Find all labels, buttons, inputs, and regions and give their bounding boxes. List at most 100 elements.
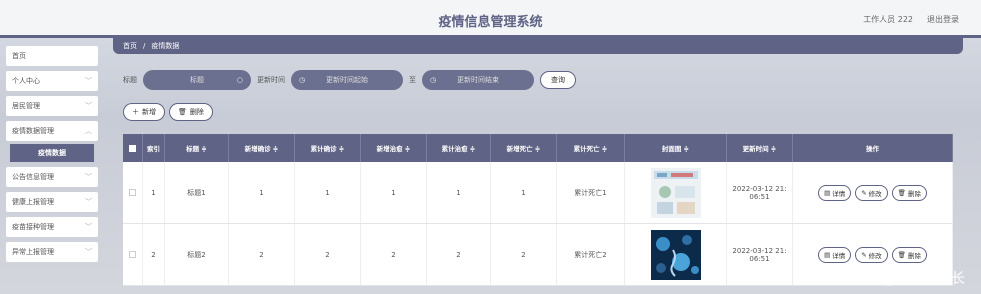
detail-button[interactable]: ▤ 详情: [818, 184, 852, 201]
action-bar: ＋ 新增 🗑 删除: [123, 103, 213, 121]
column-header-total-confirmed[interactable]: 累计确诊 ≑: [295, 134, 361, 162]
update-time-clock: 06:51: [749, 254, 770, 263]
sidebar-item-health-report[interactable]: 健康上报管理 ﹀: [6, 192, 98, 212]
cell-total-cured: 1: [427, 162, 491, 223]
cell-title: 标题2: [165, 224, 229, 285]
cell-index: 2: [143, 224, 165, 285]
data-table: 索引 标题 ≑ 新增确诊 ≑ 累计确诊 ≑ 新增治愈 ≑ 累计治愈 ≑ 新增死亡…: [123, 134, 953, 286]
breadcrumb-home[interactable]: 首页: [123, 41, 137, 51]
add-button-label: 新增: [142, 108, 156, 116]
plus-icon: ＋: [132, 108, 139, 116]
update-time-date: 2022-03-12 21:: [732, 184, 787, 193]
cell-update-time: 2022-03-12 21: 06:51: [727, 224, 793, 285]
sidebar-item-label: 疫苗接种管理: [12, 223, 54, 231]
cell-operations: ▤ 详情 ✎ 修改 🗑 删除: [793, 162, 953, 223]
column-header-total-cured[interactable]: 累计治愈 ≑: [427, 134, 491, 162]
delete-button-label: 删除: [189, 108, 204, 116]
cell-cover: [625, 162, 727, 223]
detail-button-label: 详情: [832, 251, 846, 260]
edit-button-label: 修改: [868, 189, 882, 198]
column-header-total-deaths[interactable]: 累计死亡 ≑: [557, 134, 625, 162]
edit-button[interactable]: ✎ 修改: [855, 246, 888, 263]
sidebar-item-abnormal-report[interactable]: 异常上报管理 ﹀: [6, 242, 98, 262]
cell-total-deaths: 累计死亡2: [557, 224, 625, 285]
cell-new-confirmed: 2: [229, 224, 295, 285]
detail-button-label: 详情: [832, 189, 846, 198]
cell-total-confirmed: 2: [295, 224, 361, 285]
sidebar-subitem-epidemic-data[interactable]: 疫情数据: [10, 144, 94, 162]
start-time-input[interactable]: ◷ 更新时间起始: [291, 70, 403, 90]
delete-button-label: 删除: [907, 251, 921, 260]
top-bar: 疫情信息管理系统 工作人员 222 退出登录: [0, 0, 981, 38]
logout-link[interactable]: 退出登录: [927, 14, 959, 25]
column-header-index: 索引: [143, 134, 165, 162]
edit-button-label: 修改: [868, 251, 882, 260]
trash-icon: 🗑: [897, 188, 906, 197]
trash-icon: 🗑: [897, 250, 906, 259]
cover-image-virus[interactable]: [650, 229, 701, 280]
clock-icon: ◷: [299, 76, 306, 84]
column-header-title[interactable]: 标题 ≑: [165, 134, 229, 162]
sidebar-item-vaccination[interactable]: 疫苗接种管理 ﹀: [6, 217, 98, 237]
breadcrumb-current: 疫情数据: [151, 42, 180, 50]
title-search-input[interactable]: 标题 ○: [143, 70, 251, 90]
cell-new-deaths: 2: [491, 224, 557, 285]
cell-new-confirmed: 1: [229, 162, 295, 223]
add-button[interactable]: ＋ 新增: [123, 103, 165, 121]
cell-title: 标题1: [165, 162, 229, 223]
column-header-new-deaths[interactable]: 新增死亡 ≑: [491, 134, 557, 162]
update-time-date: 2022-03-12 21:: [732, 246, 787, 255]
sidebar-item-residents[interactable]: 居民管理 ﹀: [6, 96, 98, 116]
sidebar-item-label: 个人中心: [12, 77, 40, 85]
chevron-down-icon: ﹀: [85, 173, 92, 181]
select-all-cell: [123, 134, 143, 162]
breadcrumb: 首页 / 疫情数据: [113, 38, 963, 54]
row-checkbox[interactable]: [129, 251, 136, 258]
table-header: 索引 标题 ≑ 新增确诊 ≑ 累计确诊 ≑ 新增治愈 ≑ 累计治愈 ≑ 新增死亡…: [123, 134, 953, 162]
cell-index: 1: [143, 162, 165, 223]
column-header-operations: 操作: [793, 134, 953, 162]
cell-new-deaths: 1: [491, 162, 557, 223]
chevron-down-icon: ﹀: [85, 248, 92, 256]
delete-button[interactable]: 🗑 删除: [891, 246, 927, 263]
trash-icon: 🗑: [178, 108, 187, 116]
chevron-down-icon: ﹀: [85, 223, 92, 231]
edit-button[interactable]: ✎ 修改: [855, 184, 888, 201]
row-checkbox[interactable]: [129, 189, 136, 196]
cell-total-deaths: 累计死亡1: [557, 162, 625, 223]
cell-new-cured: 2: [361, 224, 427, 285]
column-header-new-cured[interactable]: 新增治愈 ≑: [361, 134, 427, 162]
update-time-clock: 06:51: [749, 192, 770, 201]
update-time-label: 更新时间: [257, 76, 285, 84]
row-select-cell: [123, 224, 143, 285]
current-user: 工作人员 222: [863, 15, 913, 24]
query-button[interactable]: 查询: [540, 71, 576, 89]
delete-button[interactable]: 🗑 删除: [891, 184, 927, 201]
bulk-delete-button[interactable]: 🗑 删除: [169, 103, 213, 121]
document-icon: ▤: [824, 250, 831, 259]
cover-image-poster[interactable]: [650, 167, 701, 218]
edit-icon: ✎: [861, 250, 867, 259]
app-title: 疫情信息管理系统: [438, 15, 543, 30]
table-row: 2 标题2 2 2 2 2 2 累计死亡2 2022-03-12 21: 06:…: [123, 224, 953, 286]
title-filter-label: 标题: [123, 76, 137, 84]
end-time-input[interactable]: ◷ 更新时间结束: [422, 70, 534, 90]
watermark: CSDN @小阿杰学长: [836, 271, 965, 287]
sidebar-item-profile[interactable]: 个人中心 ﹀: [6, 71, 98, 91]
sidebar-item-epidemic-data[interactable]: 疫情数据管理 ︿: [6, 121, 98, 141]
select-all-checkbox[interactable]: [129, 144, 136, 152]
column-header-cover[interactable]: 封面图 ≑: [625, 134, 727, 162]
sidebar-item-label: 居民管理: [12, 102, 40, 110]
sidebar-item-home[interactable]: 首页: [6, 46, 98, 66]
start-time-placeholder: 更新时间起始: [326, 76, 368, 84]
clock-icon: ◷: [430, 76, 437, 84]
sidebar-item-announcements[interactable]: 公告信息管理 ﹀: [6, 167, 98, 187]
sidebar-item-label: 健康上报管理: [12, 198, 54, 206]
search-bar: 标题 标题 ○ 更新时间 ◷ 更新时间起始 至 ◷ 更新时间结束 查询: [123, 70, 576, 90]
column-header-new-confirmed[interactable]: 新增确诊 ≑: [229, 134, 295, 162]
chevron-up-icon: ︿: [85, 127, 92, 135]
delete-button-label: 删除: [907, 189, 921, 198]
column-header-update-time[interactable]: 更新时间 ≑: [727, 134, 793, 162]
detail-button[interactable]: ▤ 详情: [818, 246, 852, 263]
document-icon: ▤: [824, 188, 831, 197]
